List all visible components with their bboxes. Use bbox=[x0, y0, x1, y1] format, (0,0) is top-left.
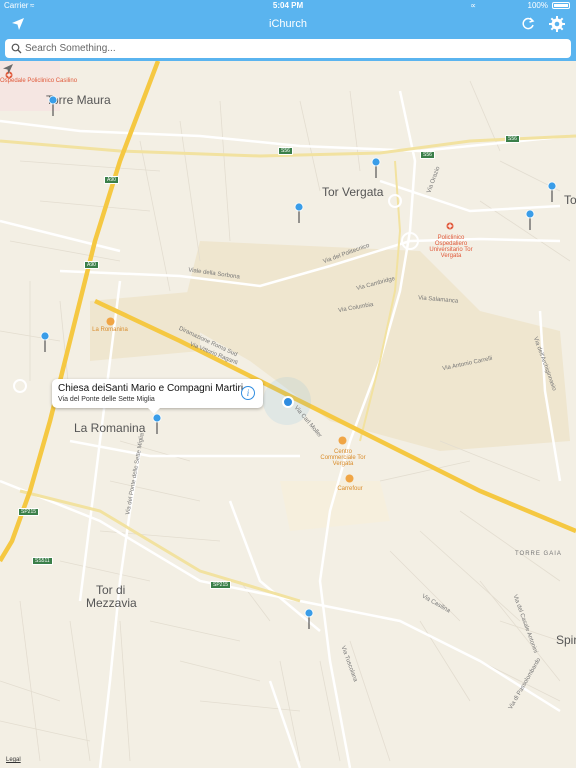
legal-link[interactable]: Legal bbox=[6, 757, 21, 763]
callout-pointer bbox=[148, 408, 160, 414]
clock: 5:04 PM bbox=[272, 1, 304, 10]
battery-icon bbox=[552, 2, 570, 9]
road-shield: S56 bbox=[278, 147, 293, 155]
navigation-bar: iChurch bbox=[0, 12, 576, 37]
church-pin[interactable] bbox=[294, 202, 304, 224]
church-pin[interactable] bbox=[304, 608, 314, 630]
poi-label: Carrefour bbox=[337, 486, 363, 492]
callout-title: Chiesa deiSanti Mario e Compagni Martiri bbox=[58, 383, 244, 394]
gear-icon[interactable] bbox=[548, 15, 566, 33]
poi-label: La Romanina bbox=[92, 327, 128, 333]
bluetooth-icon: ∝ bbox=[470, 1, 476, 10]
road-shield: A90 bbox=[84, 261, 99, 269]
place-label: Spin bbox=[556, 633, 576, 647]
place-label: TORRE GAIA bbox=[515, 551, 562, 557]
road-shield: A90 bbox=[104, 176, 119, 184]
refresh-icon[interactable] bbox=[520, 16, 536, 32]
search-input[interactable] bbox=[25, 41, 565, 56]
user-location-dot bbox=[282, 396, 294, 408]
map-view[interactable]: Torre Maura Tor Vergata To La Romanina T… bbox=[0, 61, 576, 768]
search-box[interactable] bbox=[5, 39, 571, 58]
place-label: Tor di bbox=[96, 583, 126, 597]
callout-subtitle: Via del Ponte delle Sette Miglia bbox=[58, 396, 155, 403]
battery-percent: 100% bbox=[527, 1, 548, 10]
status-bar: Carrier ≈ 5:04 PM ∝ 100% bbox=[0, 0, 576, 12]
church-callout[interactable]: Chiesa deiSanti Mario e Compagni Martiri… bbox=[52, 379, 263, 414]
church-pin-selected[interactable] bbox=[152, 413, 162, 435]
place-label: La Romanina bbox=[74, 421, 146, 435]
road-shield: SS511 bbox=[32, 557, 53, 565]
church-pin[interactable] bbox=[371, 157, 381, 179]
church-pin[interactable] bbox=[48, 95, 58, 117]
map-canvas bbox=[0, 61, 576, 768]
map-tracking-icon[interactable] bbox=[0, 61, 16, 77]
info-icon[interactable]: i bbox=[241, 386, 255, 400]
place-label: Mezzavia bbox=[86, 596, 137, 610]
road-shield: SP215 bbox=[210, 581, 232, 589]
poi-label: Policlinico Ospedaliero Universitario To… bbox=[429, 235, 473, 259]
church-pin[interactable] bbox=[547, 181, 557, 203]
shopping-icon bbox=[345, 474, 354, 483]
road-shield: S56 bbox=[420, 151, 435, 159]
search-bar bbox=[0, 37, 576, 61]
road-shield: S56 bbox=[505, 135, 520, 143]
page-title: iChurch bbox=[269, 18, 307, 30]
hospital-icon bbox=[446, 222, 454, 230]
poi-label: Centro Commerciale Tor Vergata bbox=[320, 449, 366, 467]
church-pin[interactable] bbox=[525, 209, 535, 231]
road-shield: SP215 bbox=[18, 508, 40, 516]
search-icon bbox=[11, 43, 22, 54]
place-label: Tor Vergata bbox=[322, 185, 384, 199]
shopping-icon bbox=[106, 317, 115, 326]
church-pin[interactable] bbox=[40, 331, 50, 353]
place-label: To bbox=[564, 193, 576, 207]
shopping-icon bbox=[338, 436, 347, 445]
